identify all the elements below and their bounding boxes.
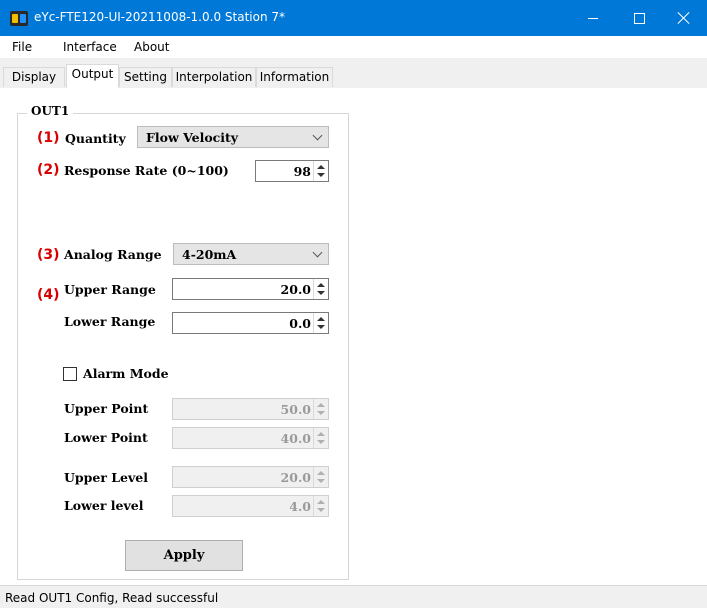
marker-1: (1)	[37, 130, 60, 146]
tab-output[interactable]: Output	[66, 64, 119, 88]
minimize-icon	[588, 17, 598, 19]
response-rate-value: 98	[293, 164, 311, 179]
marker-4: (4)	[37, 287, 60, 303]
lower-range-label: Lower Range	[64, 314, 156, 329]
app-icon	[10, 11, 28, 26]
upper-level-stepper: 20.0	[172, 466, 329, 488]
close-button[interactable]	[661, 0, 707, 36]
alarm-mode-label[interactable]: Alarm Mode	[83, 366, 169, 381]
chevron-down-icon	[312, 130, 323, 141]
status-text: Read OUT1 Config, Read successful	[5, 591, 219, 605]
lower-point-stepper: 40.0	[172, 427, 329, 449]
spin-arrows-icon[interactable]	[313, 279, 328, 299]
window-title: eYc-FTE120-UI-20211008-1.0.0 Station 7*	[34, 10, 285, 24]
analog-range-select[interactable]: 4-20mA	[173, 243, 329, 265]
tab-interpolation[interactable]: Interpolation	[172, 67, 256, 87]
spin-arrows-icon[interactable]	[313, 161, 328, 181]
maximize-icon	[633, 12, 645, 24]
group-title: OUT1	[27, 104, 74, 118]
marker-3: (3)	[37, 247, 60, 263]
upper-range-label: Upper Range	[64, 282, 156, 297]
analog-range-label: Analog Range	[64, 247, 162, 262]
menu-interface[interactable]: Interface	[63, 40, 117, 54]
title-bar[interactable]: eYc-FTE120-UI-20211008-1.0.0 Station 7*	[0, 0, 707, 36]
close-icon	[678, 12, 690, 24]
upper-range-stepper[interactable]: 20.0	[172, 278, 329, 300]
alarm-mode-checkbox[interactable]	[63, 367, 77, 381]
maximize-button[interactable]	[616, 0, 662, 36]
upper-level-value: 20.0	[280, 470, 311, 485]
tab-strip: Display Output Setting Interpolation Inf…	[0, 58, 707, 89]
output-panel: OUT1 (1) Quantity Flow Velocity (2) Resp…	[0, 88, 707, 585]
upper-point-value: 50.0	[280, 402, 311, 417]
tab-display[interactable]: Display	[3, 67, 65, 87]
analog-range-value: 4-20mA	[182, 247, 237, 262]
upper-point-label: Upper Point	[64, 401, 149, 416]
lower-level-label: Lower level	[64, 498, 144, 513]
upper-range-value: 20.0	[280, 282, 311, 297]
status-bar: Read OUT1 Config, Read successful	[0, 585, 707, 608]
lower-point-label: Lower Point	[64, 430, 148, 445]
spin-arrows-icon[interactable]	[313, 313, 328, 333]
spin-arrows-icon	[313, 428, 328, 448]
lower-range-stepper[interactable]: 0.0	[172, 312, 329, 334]
marker-2: (2)	[37, 162, 60, 178]
chevron-down-icon	[312, 247, 323, 258]
tab-setting[interactable]: Setting	[119, 67, 172, 87]
upper-point-stepper: 50.0	[172, 398, 329, 420]
response-rate-label: Response Rate (0~100)	[64, 163, 229, 178]
menu-file[interactable]: File	[12, 40, 32, 54]
menu-about[interactable]: About	[134, 40, 169, 54]
upper-level-label: Upper Level	[64, 470, 148, 485]
lower-range-value: 0.0	[289, 316, 311, 331]
lower-level-stepper: 4.0	[172, 495, 329, 517]
response-rate-stepper[interactable]: 98	[255, 160, 329, 182]
spin-arrows-icon	[313, 496, 328, 516]
spin-arrows-icon	[313, 467, 328, 487]
lower-level-value: 4.0	[289, 499, 311, 514]
quantity-value: Flow Velocity	[146, 130, 239, 145]
apply-button[interactable]: Apply	[125, 540, 243, 571]
spin-arrows-icon	[313, 399, 328, 419]
menu-bar: File Interface About	[0, 36, 707, 58]
quantity-label: Quantity	[65, 131, 126, 146]
lower-point-value: 40.0	[280, 431, 311, 446]
quantity-select[interactable]: Flow Velocity	[137, 126, 329, 148]
minimize-button[interactable]	[570, 0, 616, 36]
tab-information[interactable]: Information	[256, 67, 333, 87]
